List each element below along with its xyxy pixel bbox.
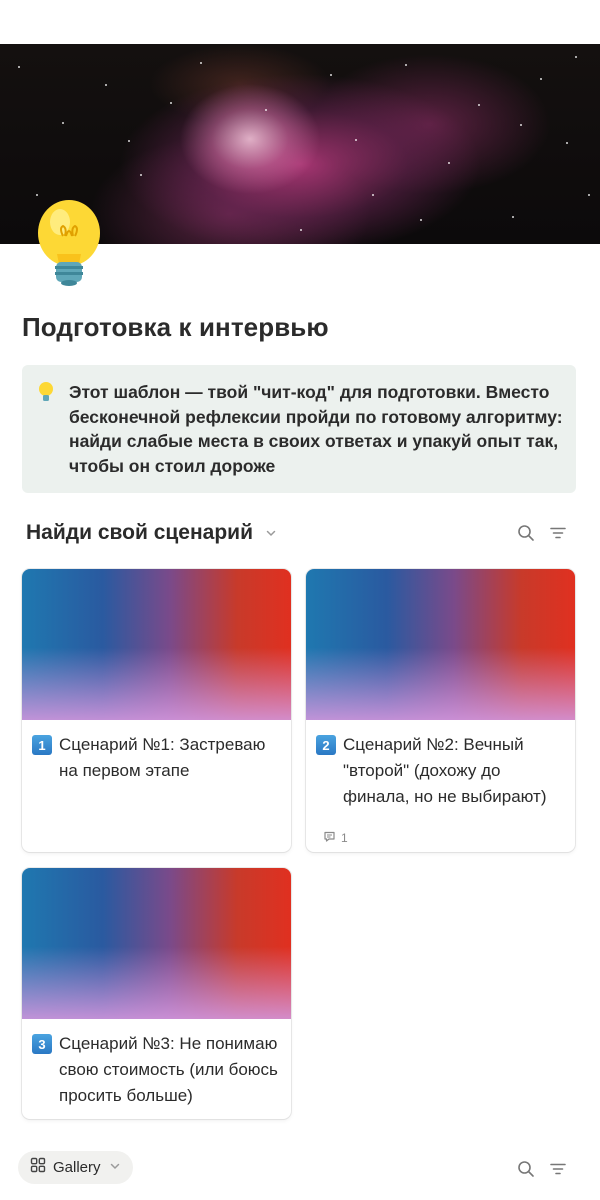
gallery-grid-icon xyxy=(30,1157,46,1178)
card-title: Сценарий №2: Вечный "второй" (дохожу до … xyxy=(343,735,547,806)
card-title: Сценарий №1: Застреваю на первом этапе xyxy=(59,735,266,780)
search-icon[interactable] xyxy=(515,522,537,544)
filter-icon[interactable] xyxy=(547,1158,569,1180)
view-title[interactable]: Найди свой сценарий xyxy=(26,521,253,545)
filter-icon[interactable] xyxy=(547,522,569,544)
card-title: Сценарий №3: Не понимаю свою стоимость (… xyxy=(59,1034,278,1105)
comment-count: 1 xyxy=(323,830,348,846)
chevron-down-icon[interactable] xyxy=(265,527,277,539)
lightbulb-icon[interactable] xyxy=(30,196,108,288)
layout-label: Gallery xyxy=(53,1159,101,1176)
layout-switcher[interactable]: Gallery xyxy=(18,1151,133,1184)
page-title: Подготовка к интервью xyxy=(22,312,329,342)
lightbulb-icon xyxy=(36,381,56,403)
chevron-down-icon xyxy=(109,1159,121,1177)
page: Подготовка к интервью Этот шаблон — твой… xyxy=(0,0,600,1200)
search-icon[interactable] xyxy=(515,1158,537,1180)
card-cover xyxy=(306,569,575,720)
callout-text: Этот шаблон — твой "чит-код" для подгото… xyxy=(69,382,563,476)
keycap-2-icon: 2 xyxy=(316,735,336,755)
card-cover xyxy=(22,868,291,1019)
gallery-card[interactable]: 1 Сценарий №1: Застреваю на первом этапе xyxy=(22,569,291,852)
callout: Этот шаблон — твой "чит-код" для подгото… xyxy=(22,365,576,493)
comment-icon xyxy=(323,830,336,846)
gallery-card[interactable]: 3 Сценарий №3: Не понимаю свою стоимость… xyxy=(22,868,291,1119)
keycap-1-icon: 1 xyxy=(32,735,52,755)
comment-count-value: 1 xyxy=(341,831,348,845)
card-cover xyxy=(22,569,291,720)
view-header[interactable]: Найди свой сценарий xyxy=(26,518,277,548)
keycap-3-icon: 3 xyxy=(32,1034,52,1054)
gallery-card[interactable]: 2 Сценарий №2: Вечный "второй" (дохожу д… xyxy=(306,569,575,852)
